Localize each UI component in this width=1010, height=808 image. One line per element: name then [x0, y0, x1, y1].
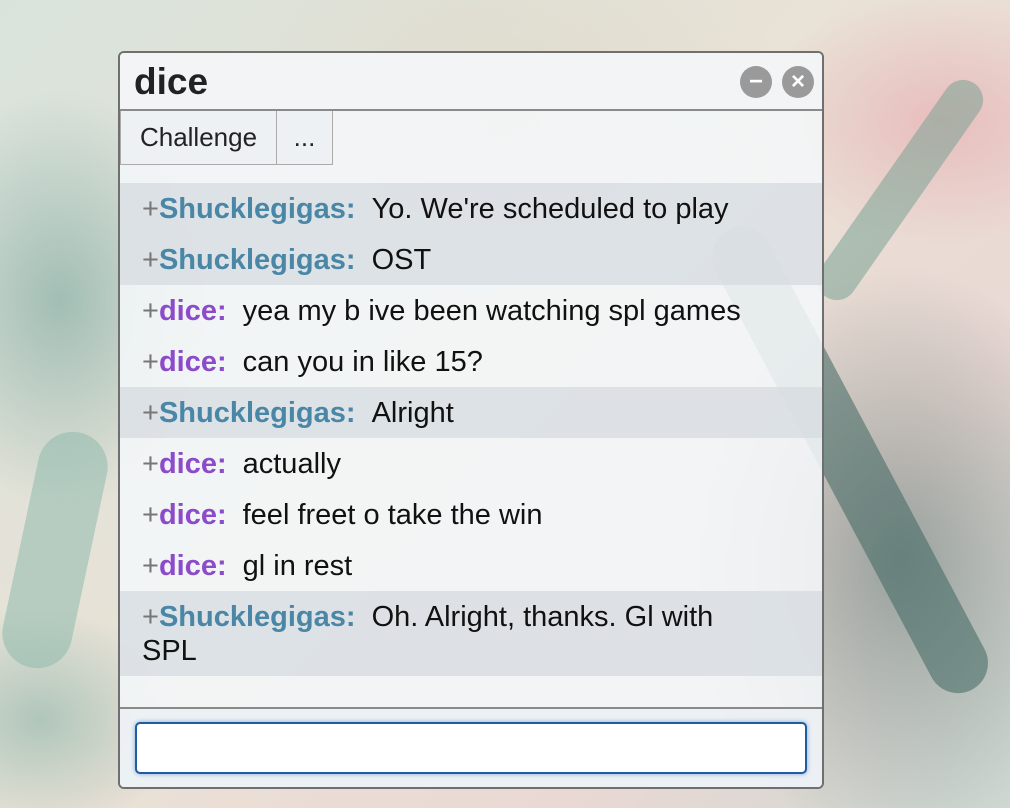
chat-message: +dice: actually: [120, 438, 822, 489]
rank-prefix: +: [142, 601, 159, 633]
background-stroke: [809, 72, 991, 308]
chat-message: +Shucklegigas: Yo. We're scheduled to pla…: [120, 183, 822, 234]
challenge-button[interactable]: Challenge: [120, 111, 277, 165]
username[interactable]: dice:: [159, 346, 227, 378]
username[interactable]: Shucklegigas:: [159, 244, 356, 276]
rank-prefix: +: [142, 499, 159, 531]
window-title: dice: [134, 61, 209, 102]
username[interactable]: dice:: [159, 499, 227, 531]
rank-prefix: +: [142, 244, 159, 276]
minimize-icon: −: [748, 68, 763, 95]
username[interactable]: Shucklegigas:: [159, 397, 356, 429]
minimize-button[interactable]: −: [740, 66, 772, 98]
message-text: can you in like 15?: [242, 346, 483, 378]
rank-prefix: +: [142, 193, 159, 225]
chat-log[interactable]: +Shucklegigas: Yo. We're scheduled to pla…: [120, 183, 822, 676]
chat-message: +dice: yea my b ive been watching spl gam…: [120, 285, 822, 336]
close-icon: ×: [790, 68, 805, 95]
message-text: actually: [242, 448, 341, 480]
title-bar: dice − ×: [120, 53, 822, 111]
chat-message: +dice: can you in like 15?: [120, 336, 822, 387]
message-text: gl in rest: [242, 550, 353, 582]
message-text: Yo. We're scheduled to play: [371, 193, 729, 225]
rank-prefix: +: [142, 550, 159, 582]
message-text: Alright: [371, 397, 454, 429]
chat-message: +Shucklegigas: Alright: [120, 387, 822, 438]
message-text: OST: [371, 244, 432, 276]
chat-message: +dice: feel freet o take the win: [120, 489, 822, 540]
username[interactable]: dice:: [159, 295, 227, 327]
more-options-button[interactable]: ...: [276, 111, 333, 165]
chat-input-bar: [120, 707, 822, 787]
chat-message: +Shucklegigas: OST: [120, 234, 822, 285]
chat-message: +dice: gl in rest: [120, 540, 822, 591]
username[interactable]: dice:: [159, 550, 227, 582]
chat-input[interactable]: [135, 722, 807, 774]
rank-prefix: +: [142, 397, 159, 429]
chat-message: +Shucklegigas: Oh. Alright, thanks. Gl wi…: [120, 591, 822, 676]
username[interactable]: dice:: [159, 448, 227, 480]
message-text: feel freet o take the win: [242, 499, 543, 531]
rank-prefix: +: [142, 448, 159, 480]
background-stroke: [0, 425, 115, 675]
message-text: yea my b ive been watching spl games: [242, 295, 741, 327]
username[interactable]: Shucklegigas:: [159, 601, 356, 633]
chat-window: dice − × Challenge ... +Shucklegigas: Yo.…: [118, 51, 824, 789]
close-button[interactable]: ×: [782, 66, 814, 98]
username[interactable]: Shucklegigas:: [159, 193, 356, 225]
chat-toolbar: Challenge ...: [120, 111, 822, 167]
rank-prefix: +: [142, 295, 159, 327]
rank-prefix: +: [142, 346, 159, 378]
